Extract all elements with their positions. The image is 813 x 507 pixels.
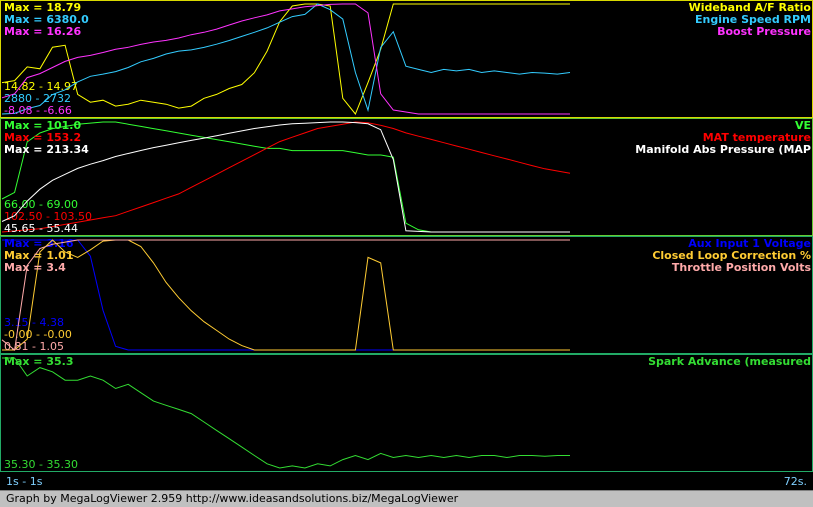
- max-label-2-3: Max = 213.34: [4, 143, 89, 156]
- max-label-1-3: Max = 16.26: [4, 25, 81, 38]
- series-line-3-3: [1, 239, 570, 351]
- time-scale-bar[interactable]: 1s - 1s 72s.: [0, 474, 813, 490]
- panel-4-frame: [0, 354, 813, 472]
- series-line-4-1: [2, 357, 570, 469]
- max-label-3-3: Max = 3.4: [4, 261, 66, 274]
- legend-label-3-3: Throttle Position Volts: [672, 261, 812, 274]
- panel-2-frame: [0, 118, 813, 236]
- panel-1-frame: [0, 0, 813, 118]
- legend-label-4-1: Spark Advance (measured: [648, 355, 811, 368]
- range-label-4-1: 35.30 - 35.30: [4, 458, 78, 471]
- legend-label-2-3: Manifold Abs Pressure (MAP: [635, 143, 811, 156]
- max-label-4-1: Max = 35.3: [4, 355, 73, 368]
- series-line-3-1: [2, 239, 570, 351]
- time-start-label: 1s - 1s: [6, 475, 43, 488]
- megalog-chart[interactable]: Max = 18.79 Wideband A/F Ratio14.82 - 14.…: [0, 0, 813, 490]
- footer-bar: Graph by MegaLogViewer 2.959 http://www.…: [0, 490, 813, 507]
- range-label-2-3: 45.65 - 55.44: [4, 222, 78, 235]
- legend-label-1-3: Boost Pressure: [717, 25, 811, 38]
- footer-credit: Graph by MegaLogViewer 2.959 http://www.…: [6, 492, 459, 505]
- range-label-1-3: -8.08 - -6.66: [4, 104, 72, 117]
- range-label-3-3: 0.81 - 1.05: [4, 340, 64, 353]
- series-line-3-2: [2, 239, 570, 351]
- time-end-label: 72s.: [783, 475, 807, 488]
